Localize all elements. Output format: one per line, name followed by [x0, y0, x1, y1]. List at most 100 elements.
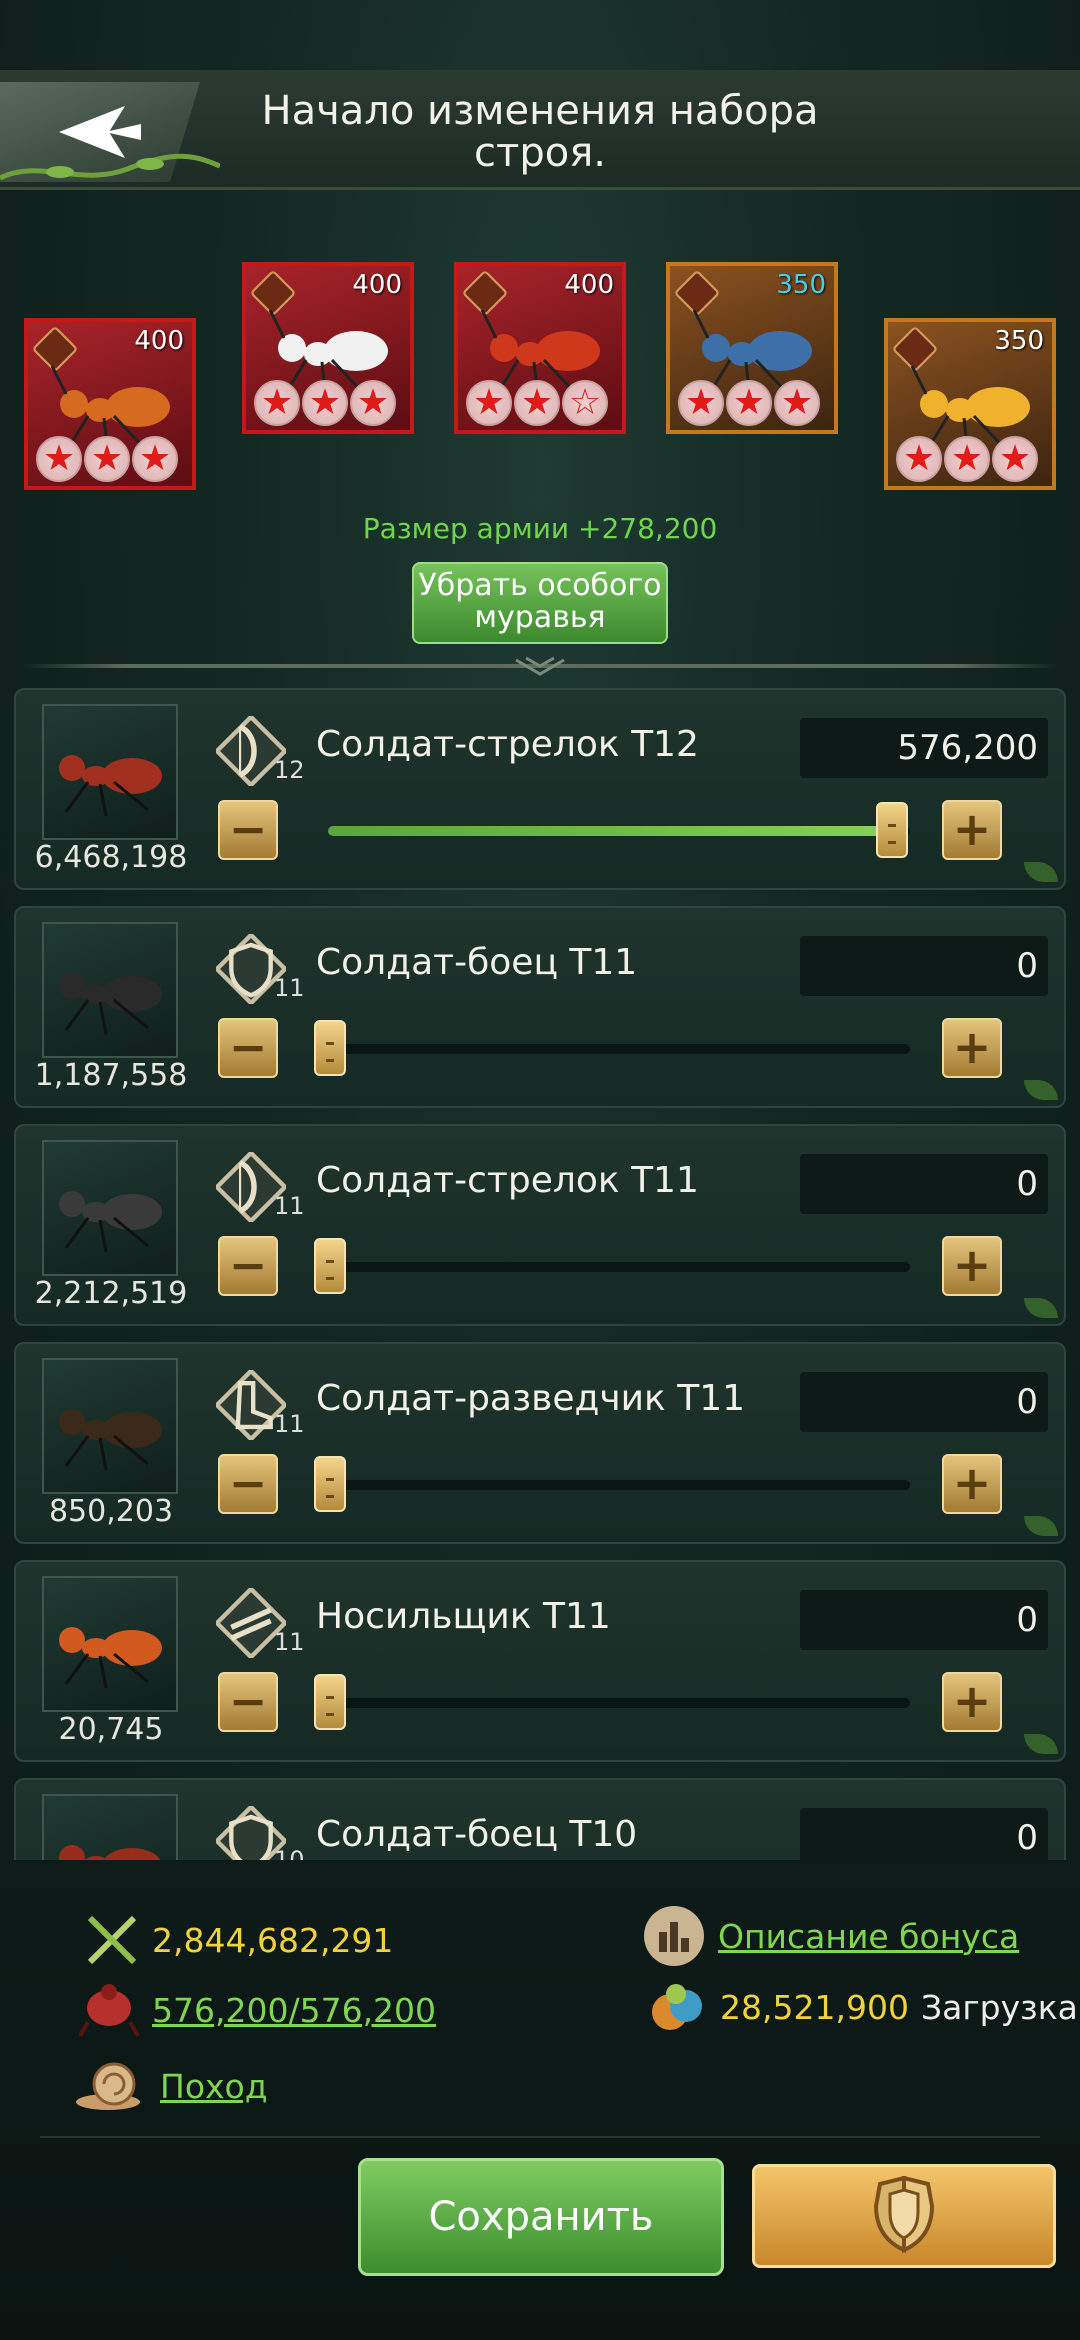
divider-ornament: [515, 656, 565, 676]
increase-button[interactable]: +: [942, 1454, 1002, 1514]
troops-ratio-link[interactable]: 576,200/576,200: [152, 1991, 436, 2030]
troop-tier-number: 11: [274, 1628, 305, 1656]
troop-tier-number: 12: [274, 756, 305, 784]
troop-row: 1,187,558 11 Солдат-боец T11 0 − +: [14, 906, 1066, 1108]
ant-image: [59, 1191, 162, 1253]
leaf-decoration: [1024, 1298, 1058, 1318]
star-rating: ★ ★ ☆: [466, 380, 608, 426]
leaf-decoration: [1024, 1516, 1058, 1536]
ant-image: [59, 1409, 162, 1471]
star-icon: ★: [678, 380, 724, 426]
star-icon: ★: [944, 436, 990, 482]
army-size-text: Размер армии +278,200: [362, 512, 718, 545]
leaf-decoration: [1024, 1080, 1058, 1100]
decrease-button[interactable]: −: [218, 800, 278, 860]
troop-row: 850,203 11 Солдат-разведчик T11 0 − +: [14, 1342, 1066, 1544]
troop-portrait: [42, 1576, 178, 1712]
ant-level-number: 350: [776, 270, 826, 300]
formation-shield-button[interactable]: [752, 2164, 1056, 2268]
troop-name: Солдат-стрелок T11: [316, 1160, 699, 1201]
troop-portrait: [42, 1794, 178, 1860]
troop-slider[interactable]: [328, 802, 910, 858]
star-rating: ★ ★ ★: [896, 436, 1038, 482]
special-ant-card[interactable]: 400 ★ ★ ☆: [454, 262, 626, 434]
troop-quantity-input[interactable]: 576,200: [800, 718, 1048, 778]
increase-button[interactable]: +: [942, 1672, 1002, 1732]
slider-fill: [328, 826, 890, 836]
troop-name: Солдат-боец T10: [316, 1814, 638, 1855]
star-icon: ★: [992, 436, 1038, 482]
troop-row: 10Солдат-боец T100−+: [14, 1778, 1066, 1860]
star-icon: ★: [350, 380, 396, 426]
slider-handle[interactable]: [314, 1674, 346, 1730]
special-ant-card[interactable]: 400 ★ ★ ★: [24, 318, 196, 490]
star-icon: ★: [36, 436, 82, 482]
troop-slider[interactable]: [314, 1020, 910, 1076]
star-icon: ★: [774, 380, 820, 426]
power-stat: 2,844,682,291: [84, 1912, 393, 1968]
troop-portrait: [42, 1358, 178, 1494]
troop-quantity-input[interactable]: 0: [800, 1808, 1048, 1860]
slider-handle[interactable]: [314, 1020, 346, 1076]
bonus-description-link[interactable]: Описание бонуса: [718, 1917, 1019, 1956]
star-icon: ★: [132, 436, 178, 482]
march-link-row[interactable]: Поход: [74, 2060, 268, 2112]
troop-quantity-input[interactable]: 0: [800, 1590, 1048, 1650]
load-value: 28,521,900: [720, 1987, 909, 2027]
red-ant-icon: [78, 1984, 140, 2037]
slider-handle[interactable]: [314, 1456, 346, 1512]
special-ant-card[interactable]: 350 ★ ★ ★: [884, 318, 1056, 490]
troop-available-count: 850,203: [48, 1494, 174, 1529]
leaf-decoration: [1024, 1734, 1058, 1754]
star-rating: ★ ★ ★: [36, 436, 178, 482]
star-icon: ★: [514, 380, 560, 426]
ant-image: [59, 1845, 161, 1860]
ant-level-number: 400: [134, 326, 184, 356]
slider-handle[interactable]: [314, 1238, 346, 1294]
header-bar: Начало изменения набора строя.: [0, 70, 1080, 190]
troop-portrait: [42, 1140, 178, 1276]
troop-name: Солдат-разведчик T11: [316, 1378, 746, 1419]
ant-image: [59, 973, 162, 1035]
troop-available-count: 1,187,558: [34, 1058, 188, 1093]
remove-special-ant-button[interactable]: Убрать особого муравья: [412, 562, 668, 644]
star-icon: ☆: [562, 380, 608, 426]
march-link[interactable]: Поход: [160, 2067, 268, 2106]
crossed-swords-icon: [87, 1915, 137, 1965]
decrease-button[interactable]: −: [218, 1454, 278, 1514]
troop-tier-number: 10: [274, 1846, 305, 1860]
troop-name: Носильщик T11: [316, 1596, 611, 1637]
troop-slider[interactable]: [314, 1456, 910, 1512]
troop-slider[interactable]: [314, 1674, 910, 1730]
troop-portrait: [42, 704, 178, 840]
troop-quantity-input[interactable]: 0: [800, 1372, 1048, 1432]
leaf-decoration: [1024, 862, 1058, 882]
troop-tier-number: 11: [274, 974, 305, 1002]
bonus-info-row[interactable]: Описание бонуса: [642, 1904, 1019, 1968]
star-icon: ★: [466, 380, 512, 426]
increase-button[interactable]: +: [942, 1018, 1002, 1078]
save-button[interactable]: Сохранить: [358, 2158, 724, 2276]
decrease-button[interactable]: −: [218, 1018, 278, 1078]
footer-divider: [40, 2136, 1040, 2138]
troop-slider[interactable]: [314, 1238, 910, 1294]
slider-handle[interactable]: [876, 802, 908, 858]
troop-list[interactable]: 6,468,198 12 Солдат-стрелок T12 576,200 − +1,…: [0, 688, 1080, 1860]
decrease-button[interactable]: −: [218, 1672, 278, 1732]
ant-level-number: 400: [352, 270, 402, 300]
star-rating: ★ ★ ★: [254, 380, 396, 426]
increase-button[interactable]: +: [942, 1236, 1002, 1296]
troop-name: Солдат-стрелок T12: [316, 724, 699, 765]
troop-tier-number: 11: [274, 1192, 305, 1220]
load-stat: 28,521,900 Загрузка: [646, 1976, 1078, 2038]
troop-quantity-input[interactable]: 0: [800, 1154, 1048, 1214]
increase-button[interactable]: +: [942, 800, 1002, 860]
star-rating: ★ ★ ★: [678, 380, 820, 426]
decrease-button[interactable]: −: [218, 1236, 278, 1296]
special-ant-card[interactable]: 350 ★ ★ ★: [666, 262, 838, 434]
special-ant-card[interactable]: 400 ★ ★ ★: [242, 262, 414, 434]
troops-capacity[interactable]: 576,200/576,200: [78, 1982, 436, 2038]
troop-quantity-input[interactable]: 0: [800, 936, 1048, 996]
page-title: Начало изменения набора строя.: [261, 88, 819, 176]
troop-row: 6,468,198 12 Солдат-стрелок T12 576,200 − +: [14, 688, 1066, 890]
